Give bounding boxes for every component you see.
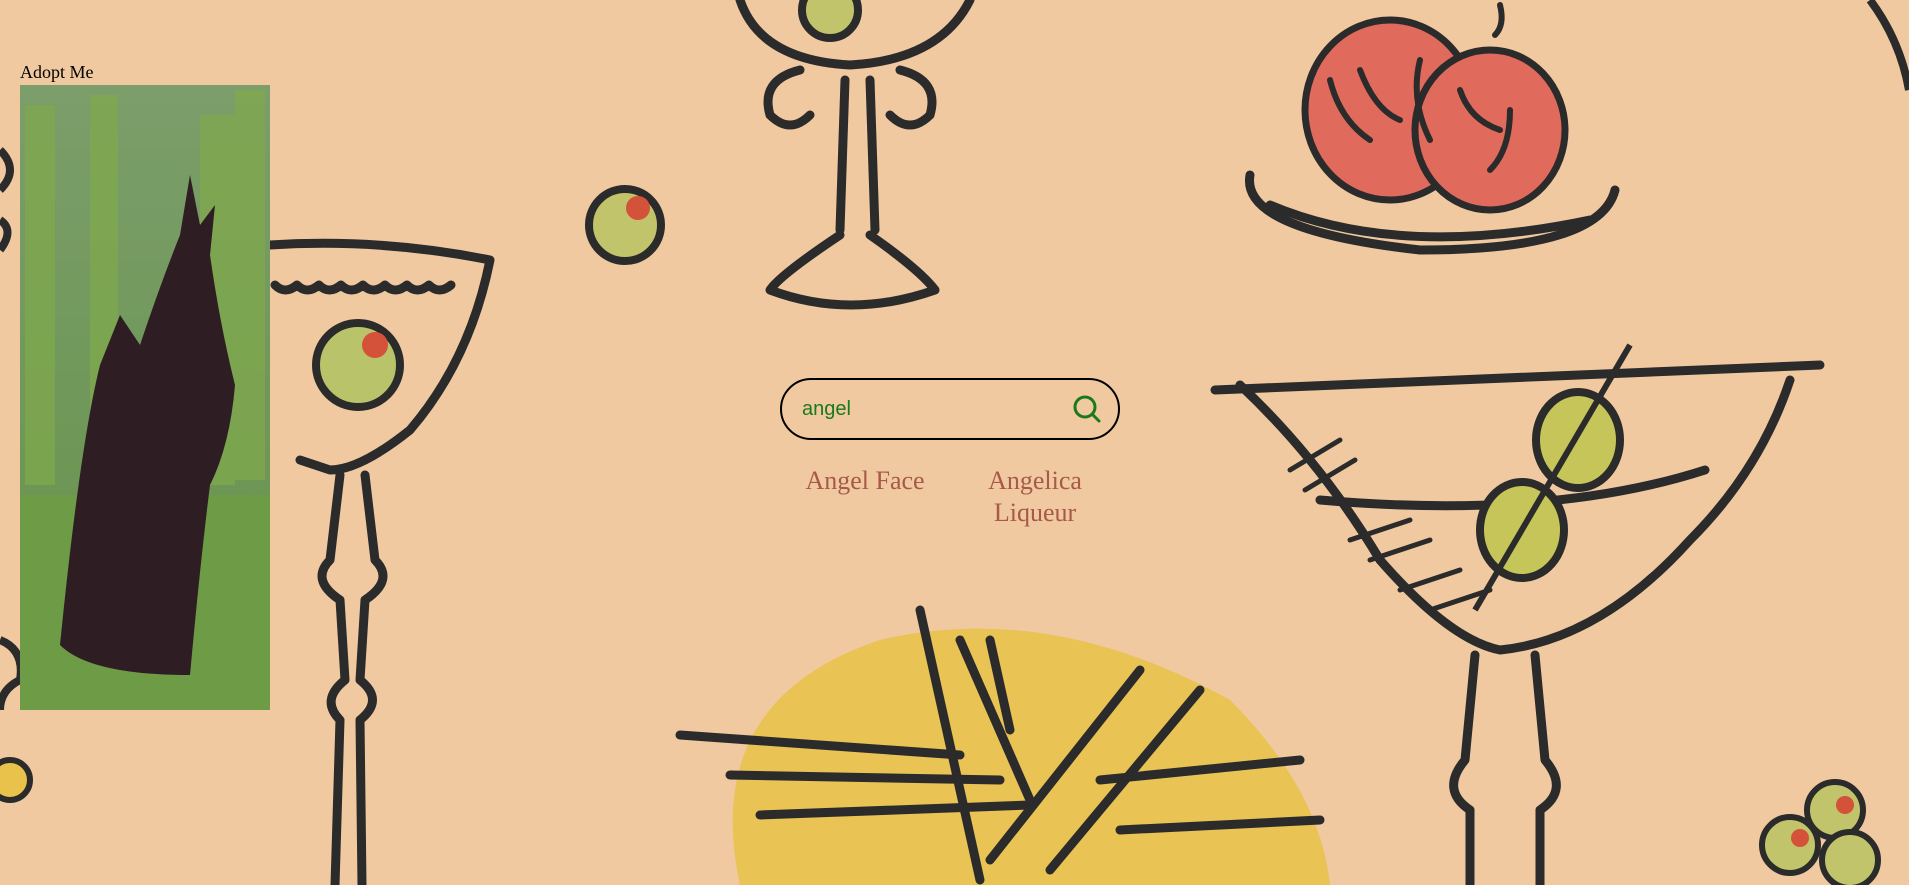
result-link[interactable]: Angel Face (780, 465, 950, 529)
adopt-dog-photo[interactable] (20, 85, 270, 710)
adopt-me-label[interactable]: Adopt Me (20, 62, 94, 83)
search-input[interactable] (802, 389, 1070, 429)
search-icon[interactable] (1070, 392, 1104, 426)
result-link[interactable]: Angelica Liqueur (950, 465, 1120, 529)
scottish-terrier-image (20, 85, 270, 710)
cocktail-illustration-background (0, 0, 1909, 885)
search-bar[interactable] (780, 378, 1120, 440)
search-results: Angel Face Angelica Liqueur (780, 465, 1120, 529)
